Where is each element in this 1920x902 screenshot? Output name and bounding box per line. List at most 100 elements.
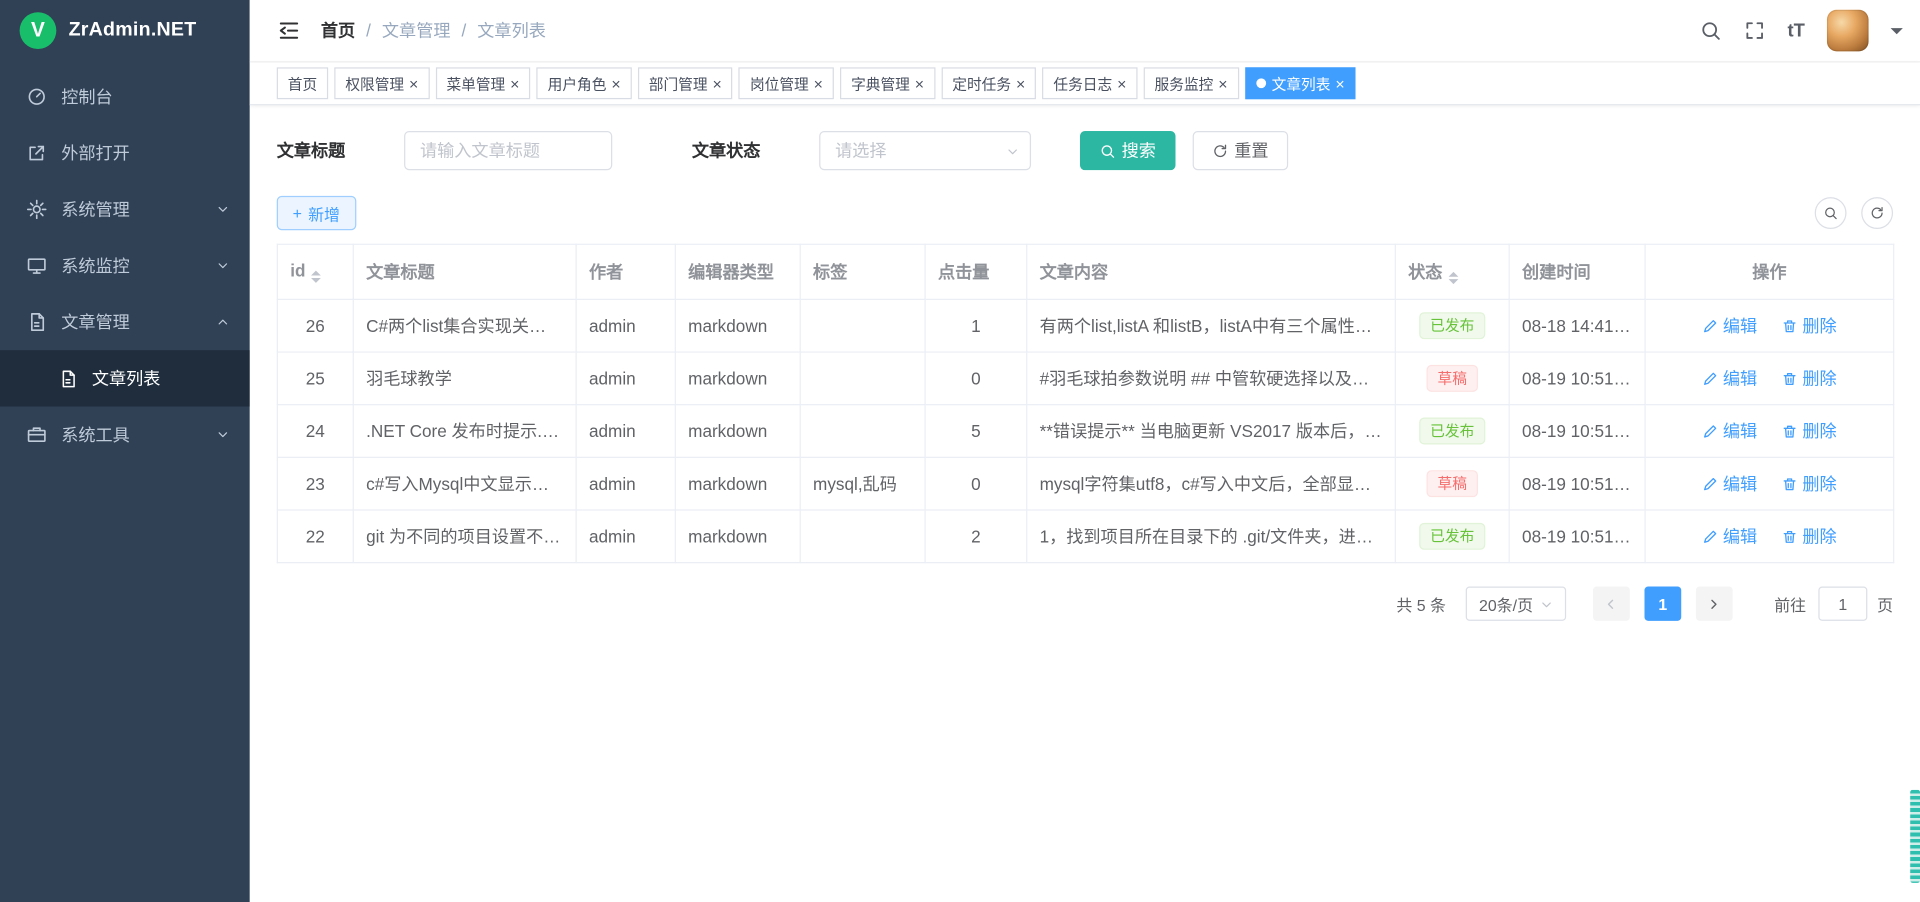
cell-actions: 编辑 删除 bbox=[1645, 405, 1894, 458]
edit-button[interactable]: 编辑 bbox=[1702, 419, 1757, 443]
delete-button[interactable]: 删除 bbox=[1782, 366, 1837, 390]
status-badge: 已发布 bbox=[1419, 523, 1485, 550]
tab-post[interactable]: 岗位管理× bbox=[739, 67, 834, 99]
refresh-table-button[interactable] bbox=[1861, 197, 1893, 229]
cell-status: 草稿 bbox=[1395, 457, 1509, 510]
tab-menu[interactable]: 菜单管理× bbox=[435, 67, 530, 99]
edit-button[interactable]: 编辑 bbox=[1702, 313, 1757, 337]
user-avatar[interactable] bbox=[1827, 10, 1869, 52]
scrollbar-thumb[interactable] bbox=[1910, 790, 1920, 883]
tab-home[interactable]: 首页 bbox=[277, 67, 328, 99]
search-button-label: 搜索 bbox=[1122, 138, 1156, 162]
cell-tags bbox=[800, 510, 925, 563]
app-logo[interactable]: V ZrAdmin.NET bbox=[0, 0, 250, 61]
app-window: V ZrAdmin.NET 控制台 外部打开 系统管理 系统监控 bbox=[0, 0, 1920, 902]
tab-task-log[interactable]: 任务日志 × bbox=[1042, 67, 1137, 99]
tab-scheduled-task[interactable]: 定时任务 × bbox=[941, 67, 1036, 99]
close-icon[interactable]: × bbox=[409, 75, 418, 91]
tab-service-monitor[interactable]: 服务监控× bbox=[1144, 67, 1239, 99]
toggle-search-button[interactable] bbox=[1815, 197, 1847, 229]
cell-created: 08-19 10:51:27 bbox=[1509, 405, 1645, 458]
edit-button[interactable]: 编辑 bbox=[1702, 366, 1757, 390]
close-icon[interactable]: × bbox=[611, 75, 620, 91]
article-status-select[interactable] bbox=[819, 131, 1031, 170]
close-icon[interactable]: × bbox=[814, 75, 823, 91]
delete-icon bbox=[1782, 318, 1798, 334]
prev-page-button[interactable] bbox=[1593, 587, 1630, 621]
close-icon[interactable]: × bbox=[1218, 75, 1227, 91]
delete-button[interactable]: 删除 bbox=[1782, 524, 1837, 548]
cell-content: #羽毛球拍参数说明 ## 中管软硬选择以及长度介... bbox=[1027, 352, 1396, 405]
chevron-right-icon bbox=[1708, 597, 1721, 610]
close-icon[interactable]: × bbox=[1117, 75, 1126, 91]
user-dropdown-caret-icon[interactable] bbox=[1891, 28, 1903, 40]
article-title-input[interactable] bbox=[404, 131, 612, 170]
reset-button[interactable]: 重置 bbox=[1193, 131, 1289, 170]
tab-permission[interactable]: 权限管理× bbox=[334, 67, 429, 99]
column-header-status[interactable]: 状态 bbox=[1395, 244, 1509, 299]
goto-label: 前往 bbox=[1774, 592, 1806, 615]
edit-button[interactable]: 编辑 bbox=[1702, 524, 1757, 548]
cell-status: 已发布 bbox=[1395, 405, 1509, 458]
next-page-button[interactable] bbox=[1696, 587, 1733, 621]
tab-article-list[interactable]: 文章列表× bbox=[1245, 67, 1356, 99]
sidebar-subitem-article-list[interactable]: 文章列表 bbox=[0, 350, 250, 406]
delete-button[interactable]: 删除 bbox=[1782, 313, 1837, 337]
edit-icon bbox=[1702, 476, 1718, 492]
status-badge: 已发布 bbox=[1419, 418, 1485, 445]
cell-actions: 编辑 删除 bbox=[1645, 510, 1894, 563]
page-size-select[interactable]: 20条/页 bbox=[1466, 587, 1567, 621]
goto-page-input[interactable] bbox=[1818, 587, 1867, 621]
filter-form: 文章标题 文章状态 搜索 重置 bbox=[277, 131, 1893, 170]
tab-department[interactable]: 部门管理× bbox=[638, 67, 733, 99]
breadcrumb-home[interactable]: 首页 bbox=[321, 18, 355, 42]
fullscreen-icon[interactable] bbox=[1743, 20, 1765, 42]
search-button[interactable]: 搜索 bbox=[1080, 131, 1176, 170]
sidebar-item-system-monitor[interactable]: 系统监控 bbox=[0, 238, 250, 294]
delete-icon bbox=[1782, 528, 1798, 544]
sort-icon[interactable] bbox=[312, 271, 322, 283]
search-icon bbox=[1823, 206, 1838, 221]
tab-label: 定时任务 bbox=[952, 73, 1011, 94]
cell-author: admin bbox=[576, 510, 675, 563]
cell-clicks: 0 bbox=[925, 352, 1027, 405]
close-icon[interactable]: × bbox=[1016, 75, 1025, 91]
monitor-icon bbox=[27, 256, 47, 276]
tab-dictionary[interactable]: 字典管理× bbox=[840, 67, 935, 99]
breadcrumb-article-mgmt: 文章管理 bbox=[382, 18, 451, 42]
sidebar-item-console[interactable]: 控制台 bbox=[0, 69, 250, 125]
header-actions: tT bbox=[1699, 10, 1902, 52]
article-status-select-input[interactable] bbox=[819, 131, 1031, 170]
close-icon[interactable]: × bbox=[1335, 75, 1344, 91]
delete-button[interactable]: 删除 bbox=[1782, 419, 1837, 443]
add-button[interactable]: + 新增 bbox=[277, 196, 356, 230]
edit-button[interactable]: 编辑 bbox=[1702, 471, 1757, 495]
page-number-1[interactable]: 1 bbox=[1644, 587, 1681, 621]
sidebar-item-label: 系统工具 bbox=[61, 422, 130, 446]
sidebar-item-system-tools[interactable]: 系统工具 bbox=[0, 407, 250, 463]
sidebar-item-article-mgmt[interactable]: 文章管理 bbox=[0, 294, 250, 350]
close-icon[interactable]: × bbox=[712, 75, 721, 91]
table-row: 24 .NET Core 发布时提示.NET... admin markdown… bbox=[277, 405, 1893, 458]
column-header-title: 文章标题 bbox=[353, 244, 576, 299]
cell-created: 08-19 10:51:29 bbox=[1509, 352, 1645, 405]
cell-editor: markdown bbox=[675, 405, 800, 458]
close-icon[interactable]: × bbox=[915, 75, 924, 91]
font-size-icon[interactable]: tT bbox=[1788, 21, 1805, 39]
cell-created: 08-19 10:51:25 bbox=[1509, 457, 1645, 510]
sort-icon[interactable] bbox=[1449, 272, 1459, 284]
cell-created: 08-18 14:41:36 bbox=[1509, 299, 1645, 352]
cell-editor: markdown bbox=[675, 299, 800, 352]
sidebar-item-label: 外部打开 bbox=[61, 141, 130, 165]
sidebar-item-system-mgmt[interactable]: 系统管理 bbox=[0, 181, 250, 237]
cell-title: git 为不同的项目设置不同... bbox=[353, 510, 576, 563]
tab-label: 任务日志 bbox=[1053, 73, 1112, 94]
sidebar-item-external-open[interactable]: 外部打开 bbox=[0, 125, 250, 181]
breadcrumb-article-list: 文章列表 bbox=[477, 18, 546, 42]
sidebar-toggle-icon[interactable] bbox=[277, 18, 301, 42]
tab-user-role[interactable]: 用户角色× bbox=[537, 67, 632, 99]
delete-button[interactable]: 删除 bbox=[1782, 471, 1837, 495]
close-icon[interactable]: × bbox=[510, 75, 519, 91]
column-header-id[interactable]: id bbox=[277, 244, 353, 299]
search-icon[interactable] bbox=[1699, 20, 1721, 42]
